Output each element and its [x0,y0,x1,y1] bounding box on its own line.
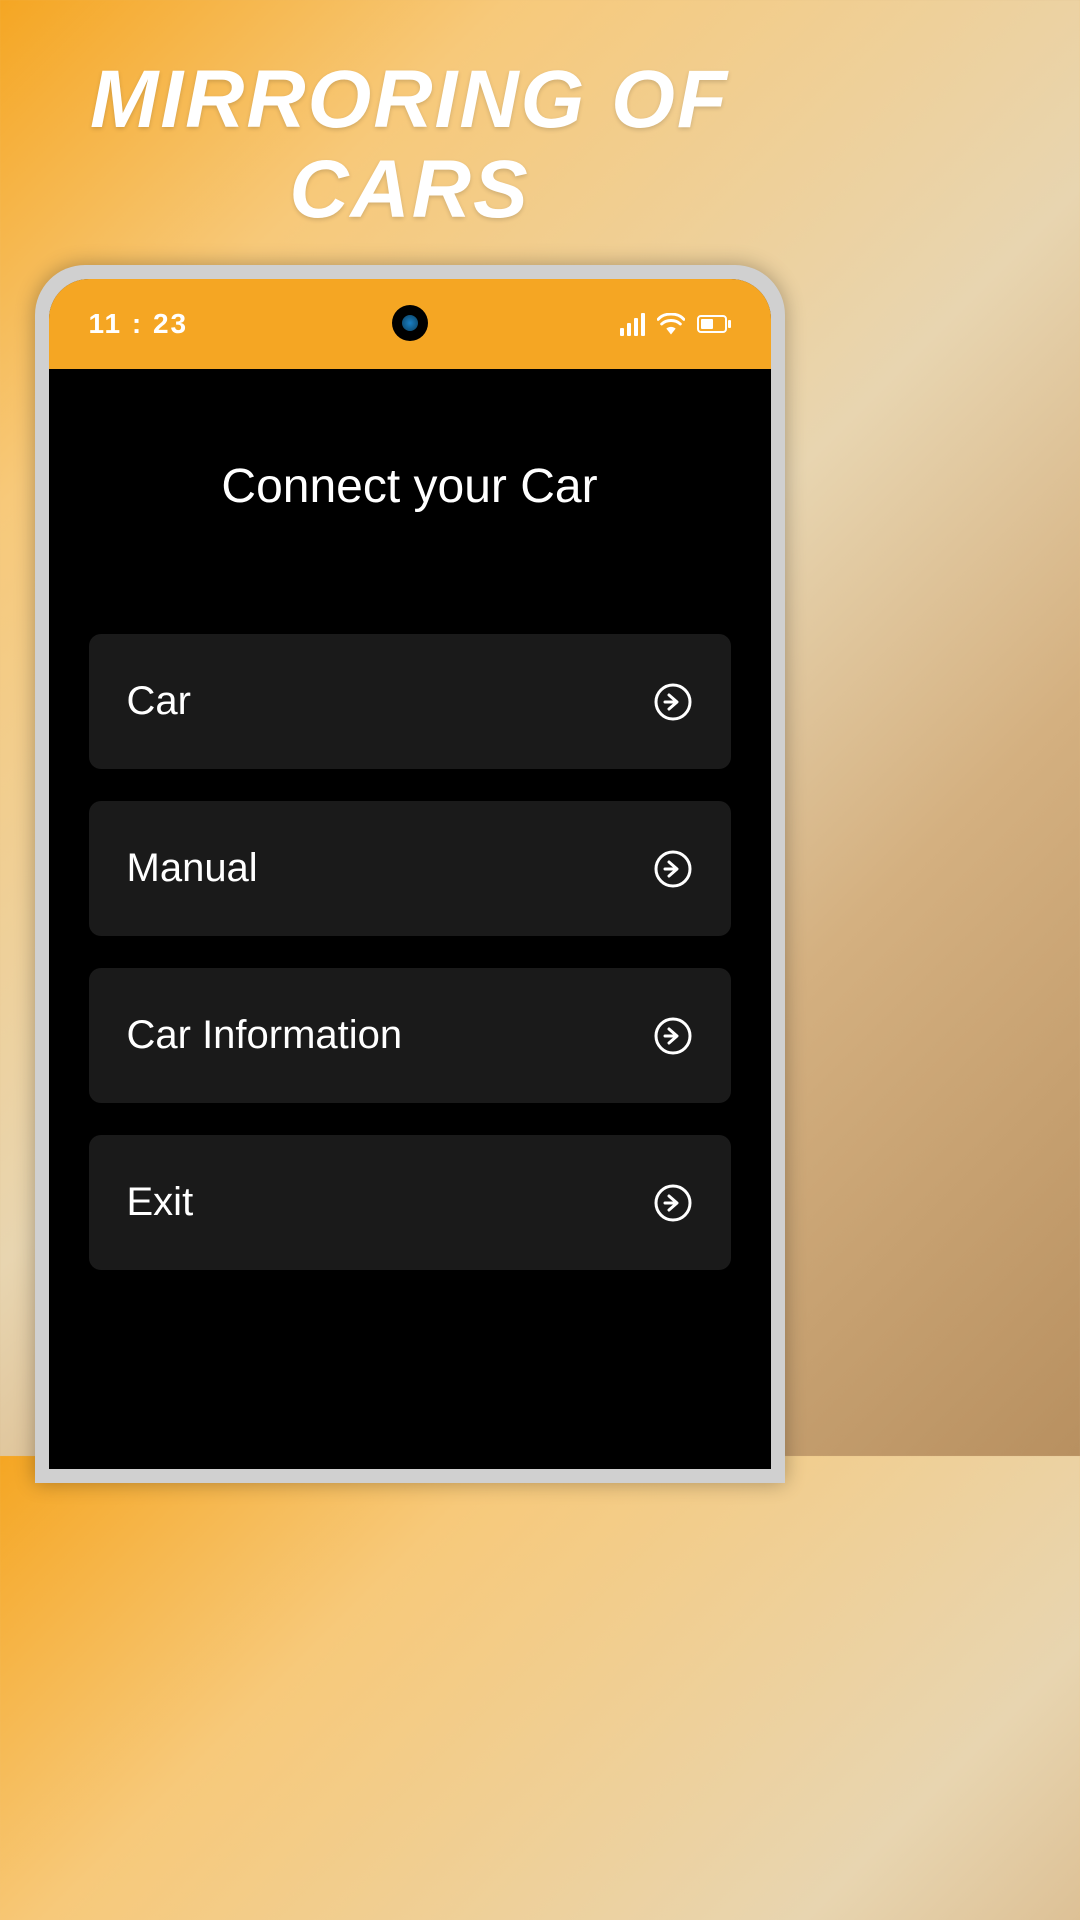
phone-mockup-frame: 11 : 23 [35,265,785,1483]
promo-headline: MIRRORING OF CARS [0,0,819,235]
app-content: Connect your Car Car Manual [49,369,771,1469]
menu-item-manual[interactable]: Manual [89,801,731,936]
menu-item-car-information[interactable]: Car Information [89,968,731,1103]
menu-label: Car Information [127,1013,403,1058]
arrow-right-circle-icon [653,849,693,889]
menu-label: Exit [127,1180,194,1225]
status-time: 11 : 23 [89,308,189,340]
battery-icon [697,315,731,333]
signal-icon [620,313,645,336]
promo-line-1: MIRRORING OF [0,55,819,145]
arrow-right-circle-icon [653,1016,693,1056]
screen-title: Connect your Car [89,459,731,514]
status-bar: 11 : 23 [49,279,771,369]
menu-label: Manual [127,846,258,891]
arrow-right-circle-icon [653,1183,693,1223]
camera-notch [392,305,428,341]
arrow-right-circle-icon [653,682,693,722]
menu-item-exit[interactable]: Exit [89,1135,731,1270]
camera-lens [402,315,418,331]
menu-label: Car [127,679,191,724]
promo-line-2: CARS [0,145,819,235]
menu-list: Car Manual Car Infor [89,634,731,1270]
status-icons [620,313,731,336]
wifi-icon [657,313,685,335]
phone-screen: 11 : 23 [49,279,771,1469]
menu-item-car[interactable]: Car [89,634,731,769]
